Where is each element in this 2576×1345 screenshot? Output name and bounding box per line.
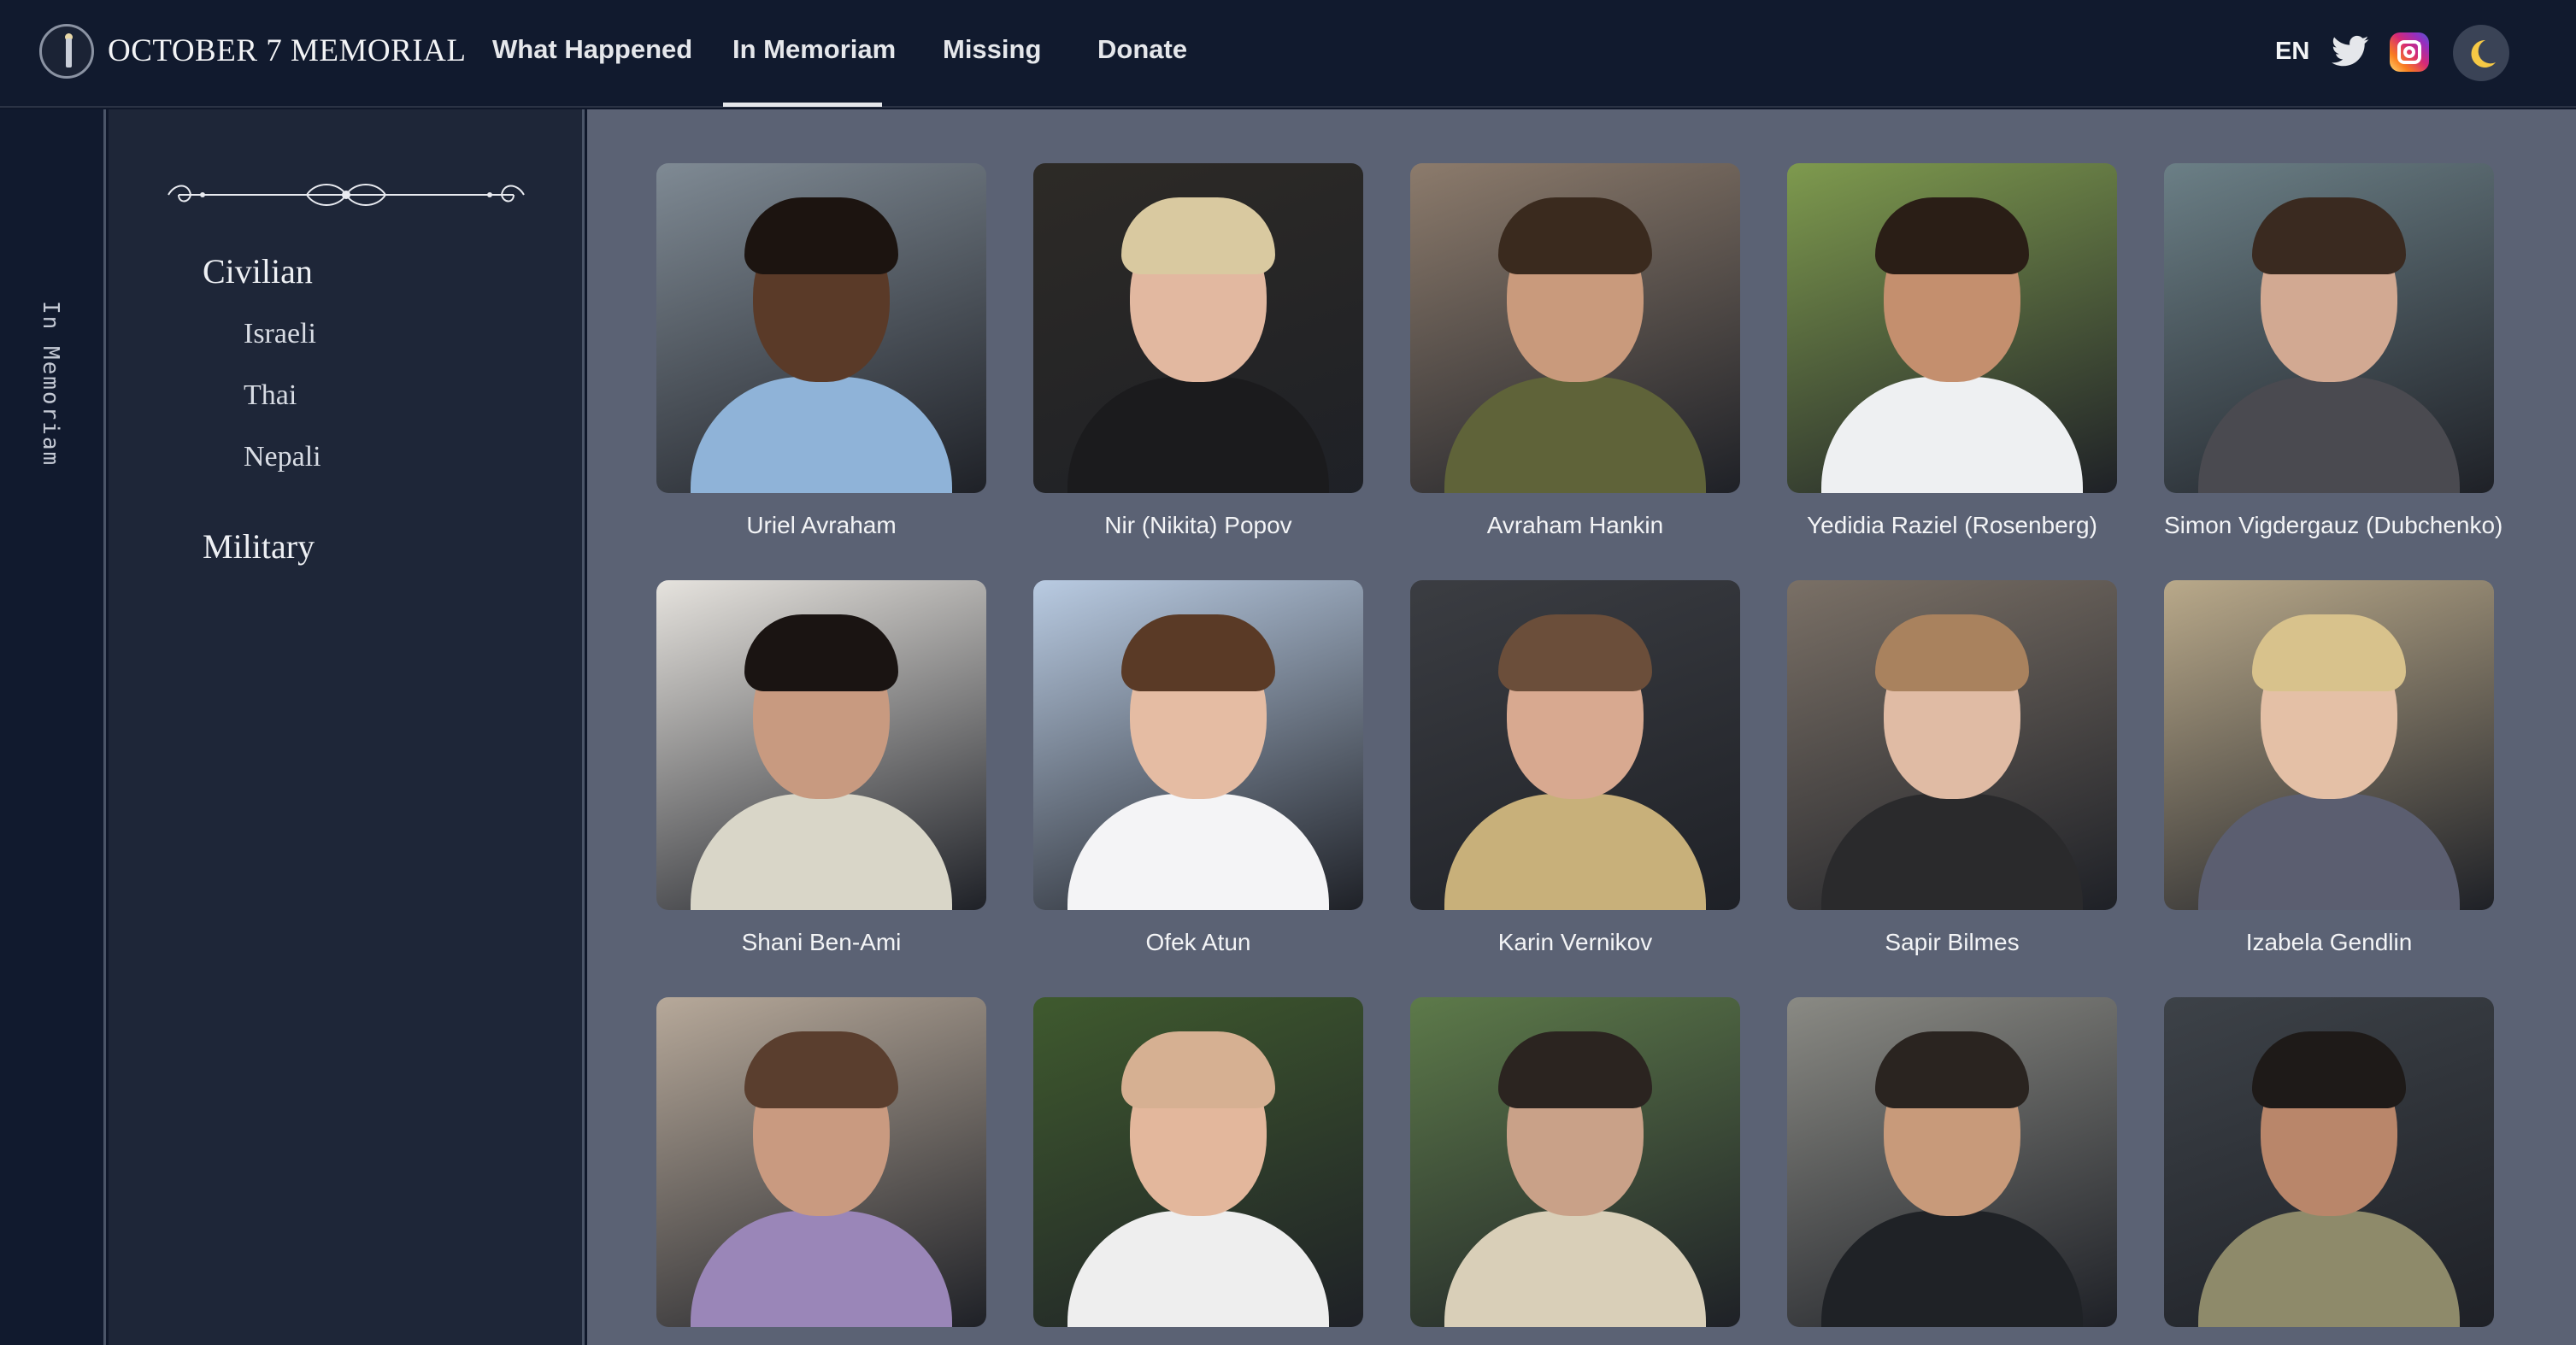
person-card[interactable]: Avraham Hankin xyxy=(1410,163,1740,539)
person-card[interactable]: Shani Ben-Ami xyxy=(656,580,986,956)
person-card[interactable]: Simon Vigdergauz (Dubchenko) xyxy=(2164,163,2503,539)
twitter-icon[interactable] xyxy=(2332,34,2369,68)
ornament-divider xyxy=(168,184,525,206)
person-photo[interactable] xyxy=(1033,997,1363,1327)
person-card[interactable] xyxy=(656,997,986,1345)
nav-in-memoriam[interactable]: In Memoriam xyxy=(732,34,896,65)
section-rail: In Memoriam xyxy=(0,109,106,1345)
person-photo[interactable] xyxy=(1033,580,1363,910)
category-sidebar: Civilian Israeli Thai Nepali Military xyxy=(109,109,585,1345)
memorial-grid: Uriel Avraham Nir (Nikita) Popov Avraham H… xyxy=(587,109,2576,1345)
person-name: Yedidia Raziel (Rosenberg) xyxy=(1807,512,2097,538)
person-card[interactable]: Yedidia Raziel (Rosenberg) xyxy=(1787,163,2117,539)
person-photo[interactable] xyxy=(1410,580,1740,910)
person-photo[interactable] xyxy=(1410,997,1740,1327)
person-card[interactable] xyxy=(2164,997,2494,1345)
person-photo[interactable] xyxy=(656,163,986,493)
person-name: Uriel Avraham xyxy=(746,512,897,538)
person-name: Ofek Atun xyxy=(1145,929,1251,955)
top-navigation: OCTOBER 7 MEMORIAL What Happened In Memo… xyxy=(0,0,2576,108)
person-card[interactable]: Uriel Avraham xyxy=(656,163,986,539)
person-name: Nir (Nikita) Popov xyxy=(1104,512,1292,538)
rail-label: In Memoriam xyxy=(38,301,63,467)
nav-missing[interactable]: Missing xyxy=(943,34,1041,65)
moon-icon xyxy=(2471,39,2496,68)
person-photo[interactable] xyxy=(1787,580,2117,910)
person-photo[interactable] xyxy=(1787,997,2117,1327)
category-civilian[interactable]: Civilian xyxy=(203,251,313,291)
active-tab-indicator xyxy=(723,103,882,107)
person-photo[interactable] xyxy=(2164,580,2494,910)
language-selector[interactable]: EN xyxy=(2275,38,2309,66)
person-photo[interactable] xyxy=(2164,997,2494,1327)
person-photo[interactable] xyxy=(656,580,986,910)
instagram-icon[interactable] xyxy=(2390,32,2429,72)
person-card[interactable]: Karin Vernikov xyxy=(1410,580,1740,956)
person-card[interactable] xyxy=(1787,997,2117,1345)
person-name: Avraham Hankin xyxy=(1486,512,1664,538)
category-thai[interactable]: Thai xyxy=(244,379,297,412)
nav-what-happened[interactable]: What Happened xyxy=(492,34,692,65)
person-name: Karin Vernikov xyxy=(1497,929,1653,955)
person-card[interactable] xyxy=(1033,997,1363,1345)
category-nepali[interactable]: Nepali xyxy=(244,441,321,473)
person-card[interactable]: Sapir Bilmes xyxy=(1787,580,2117,956)
person-card[interactable] xyxy=(1410,997,1740,1345)
person-card[interactable]: Izabela Gendlin xyxy=(2164,580,2494,956)
person-photo[interactable] xyxy=(1787,163,2117,493)
person-photo[interactable] xyxy=(1033,163,1363,493)
category-military[interactable]: Military xyxy=(203,526,315,567)
person-name: Simon Vigdergauz (Dubchenko) xyxy=(2164,512,2503,538)
person-photo[interactable] xyxy=(656,997,986,1327)
person-name: Shani Ben-Ami xyxy=(741,929,902,955)
person-name: Izabela Gendlin xyxy=(2245,929,2413,955)
person-card[interactable]: Ofek Atun xyxy=(1033,580,1363,956)
category-israeli[interactable]: Israeli xyxy=(244,318,316,350)
person-card[interactable]: Nir (Nikita) Popov xyxy=(1033,163,1363,539)
candle-logo-icon[interactable] xyxy=(39,24,94,79)
theme-toggle-button[interactable] xyxy=(2453,25,2509,81)
person-photo[interactable] xyxy=(2164,163,2494,493)
nav-donate[interactable]: Donate xyxy=(1097,34,1187,65)
person-name: Sapir Bilmes xyxy=(1885,929,2020,955)
person-photo[interactable] xyxy=(1410,163,1740,493)
site-title[interactable]: OCTOBER 7 MEMORIAL xyxy=(108,32,466,69)
